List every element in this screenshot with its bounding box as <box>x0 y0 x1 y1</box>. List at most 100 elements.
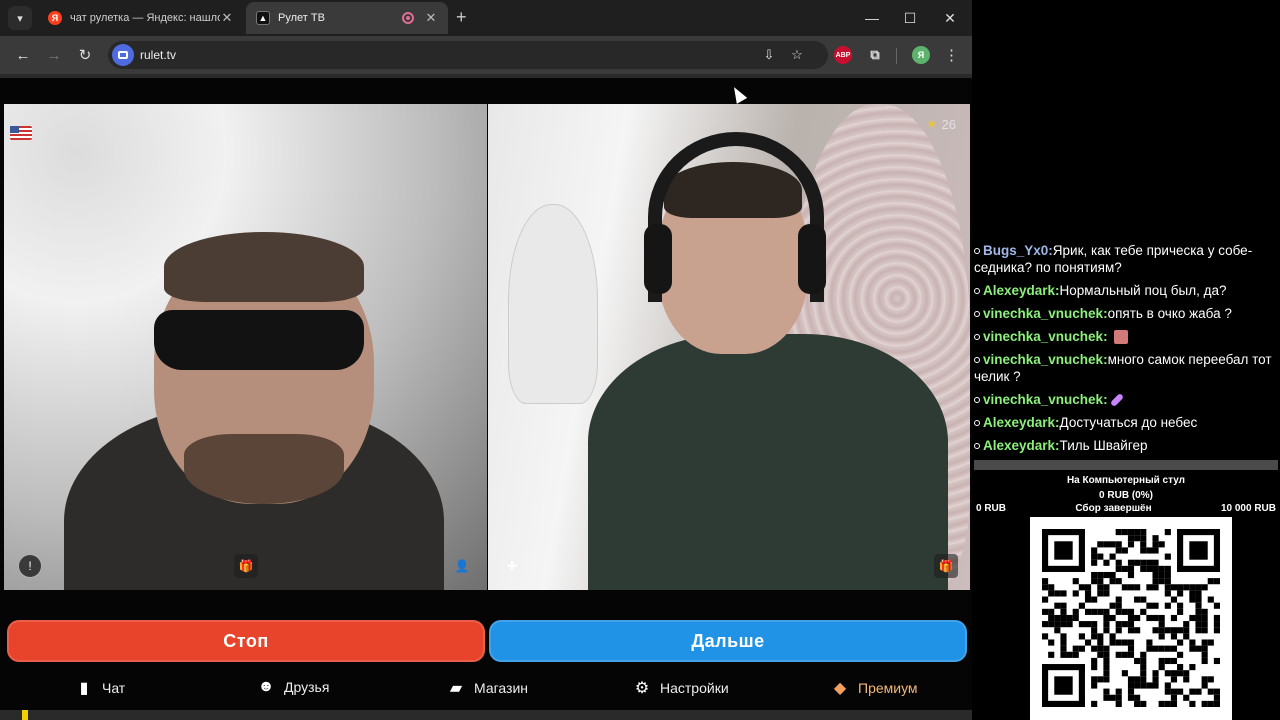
report-icon[interactable]: ! <box>18 554 42 578</box>
sunglasses <box>154 310 364 370</box>
shopping-bag-icon: ▰ <box>449 680 463 697</box>
donation-raised: 0 RUB (0%) <box>1099 490 1153 501</box>
tab-rulet[interactable]: ▲ Рулет ТВ ✕ <box>246 2 448 34</box>
chat-text: Нормальный поц был, да? <box>1059 283 1227 298</box>
adblock-extension-icon[interactable]: ABP <box>834 46 852 64</box>
my-camera-video: ! 🎁 👤 <box>4 104 487 590</box>
url-text: rulet.tv <box>140 48 177 62</box>
badge-icon <box>974 420 980 427</box>
chat-username: Alexeydark: <box>983 438 1060 453</box>
chat-username: Alexeydark: <box>983 415 1060 430</box>
browser-menu-icon[interactable]: ⋮ <box>944 46 959 64</box>
nav-chat-label: Чат <box>102 680 126 696</box>
star-icon: ★ <box>925 116 938 131</box>
rulet-page: ! 🎁 👤 ★ 26 ✚ 🎁 Стоп Дальше ▮ Чат ☻ Друзь… <box>0 74 972 720</box>
chat-username: Alexeydark: <box>983 283 1060 298</box>
stop-button[interactable]: Стоп <box>7 620 485 662</box>
site-info-icon[interactable] <box>112 44 134 66</box>
donation-status: Сбор завершён <box>1075 503 1152 514</box>
new-tab-button[interactable]: + <box>456 7 467 28</box>
games-icon[interactable]: ✚ <box>500 554 524 578</box>
chat-message: vinechka_vnuchek: <box>974 391 1278 408</box>
chat-message: vinechka_vnuchek:опять в очко жаба ? <box>974 305 1278 322</box>
badge-icon <box>974 288 980 295</box>
stranger-video: ★ 26 ✚ 🎁 <box>488 104 970 590</box>
chat-text: Достучаться до небес <box>1059 415 1198 430</box>
install-app-icon[interactable]: ⇩ <box>760 46 778 64</box>
chat-message: Alexeydark:Достучаться до небес <box>974 414 1278 431</box>
reload-button[interactable]: ↻ <box>74 44 96 66</box>
chat-username: vinechka_vnuchek: <box>983 306 1108 321</box>
donation-title: На Компьютерный стул <box>1066 475 1186 486</box>
star-count-value: 26 <box>941 116 956 132</box>
tab-strip: ▾ Я чат рулетка — Яндекс: нашлос ✕ ▲ Рул… <box>0 0 972 36</box>
next-button[interactable]: Дальше <box>489 620 967 662</box>
gift-icon[interactable]: 🎁 <box>934 554 958 578</box>
page-top-strip <box>0 74 972 78</box>
chat-message: Bugs_Yx0:Ярик, как тебе прическа у собе-… <box>974 242 1278 276</box>
bottom-nav: ▮ Чат ☻ Друзья ▰ Магазин ⚙ Настройки ◆ П… <box>0 670 972 706</box>
donation-goal: 10 000 RUB <box>1220 503 1276 514</box>
badge-icon <box>974 248 980 255</box>
person-body <box>588 334 948 590</box>
nav-friends[interactable]: ☻ Друзья <box>256 678 330 696</box>
us-flag-icon <box>10 126 32 140</box>
chat-username: vinechka_vnuchek: <box>983 352 1108 367</box>
nav-shop[interactable]: ▰ Магазин <box>446 678 528 698</box>
recording-icon <box>402 12 414 24</box>
chat-username: vinechka_vnuchek: <box>983 329 1108 344</box>
page-bottom-strip <box>0 710 972 720</box>
headphone-cup <box>644 224 672 294</box>
chat-username: Bugs_Yx0: <box>983 243 1053 258</box>
badge-icon <box>974 334 980 341</box>
badge-icon <box>974 357 980 364</box>
donation-goal-widget: На Компьютерный стул 0 RUB (0%) 0 RUB Сб… <box>972 460 1280 514</box>
chat-username: vinechka_vnuchek: <box>983 392 1108 407</box>
qr-code-graphic <box>1042 529 1220 707</box>
user-profile-icon[interactable]: 👤 <box>450 554 474 578</box>
yandex-favicon-icon: Я <box>48 11 62 25</box>
close-icon[interactable]: ✕ <box>424 10 438 26</box>
nav-settings-label: Настройки <box>660 680 729 696</box>
donation-progress-bar <box>974 460 1278 470</box>
tab-yandex[interactable]: Я чат рулетка — Яндекс: нашлос ✕ <box>38 2 244 34</box>
chat-message: Alexeydark:Нормальный поц был, да? <box>974 282 1278 299</box>
person-hair <box>164 232 364 302</box>
qr-code <box>1030 517 1232 720</box>
toolbar-divider <box>896 48 897 64</box>
back-button[interactable]: ← <box>12 44 34 66</box>
gift-icon[interactable]: 🎁 <box>234 554 258 578</box>
maximize-button[interactable]: ☐ <box>890 6 930 30</box>
chat-text: Тиль Швайгер <box>1059 438 1148 453</box>
chat-text: опять в очко жаба ? <box>1107 306 1232 321</box>
tab-search-button[interactable]: ▾ <box>8 6 32 30</box>
close-window-button[interactable]: ✕ <box>930 6 970 30</box>
nav-premium[interactable]: ◆ Премиум <box>830 678 918 698</box>
address-bar[interactable]: rulet.tv ⇩ ☆ <box>108 41 828 69</box>
browser-window: ▾ Я чат рулетка — Яндекс: нашлос ✕ ▲ Рул… <box>0 0 972 720</box>
smiley-icon: ☻ <box>257 678 275 695</box>
stranger-star-count: ★ 26 <box>926 116 956 132</box>
chevron-down-icon: ▾ <box>17 12 23 25</box>
headphone-cup <box>798 224 826 294</box>
nav-shop-label: Магазин <box>474 680 529 696</box>
extensions-puzzle-icon[interactable]: ⧉ <box>866 46 884 64</box>
profile-avatar[interactable]: Я <box>912 46 930 64</box>
screen: ▾ Я чат рулетка — Яндекс: нашлос ✕ ▲ Рул… <box>0 0 1280 720</box>
chat-message: vinechka_vnuchek: <box>974 328 1278 345</box>
tab-title: чат рулетка — Яндекс: нашлос <box>70 12 220 24</box>
close-icon[interactable]: ✕ <box>220 10 234 26</box>
nav-settings[interactable]: ⚙ Настройки <box>632 678 729 698</box>
badge-icon <box>974 397 980 404</box>
badge-icon <box>974 311 980 318</box>
nav-chat[interactable]: ▮ Чат <box>74 678 126 698</box>
badge-icon <box>974 443 980 450</box>
stream-chat: Bugs_Yx0:Ярик, как тебе прическа у собе-… <box>974 242 1278 460</box>
donation-scale: 0 RUB Сбор завершён 10 000 RUB <box>972 503 1280 514</box>
minimize-button[interactable]: — <box>852 6 892 30</box>
forward-button[interactable]: → <box>43 44 65 66</box>
tab-title: Рулет ТВ <box>278 12 325 24</box>
emote-icon <box>1113 330 1128 345</box>
nav-premium-label: Премиум <box>858 680 918 696</box>
bookmark-star-icon[interactable]: ☆ <box>788 46 806 64</box>
